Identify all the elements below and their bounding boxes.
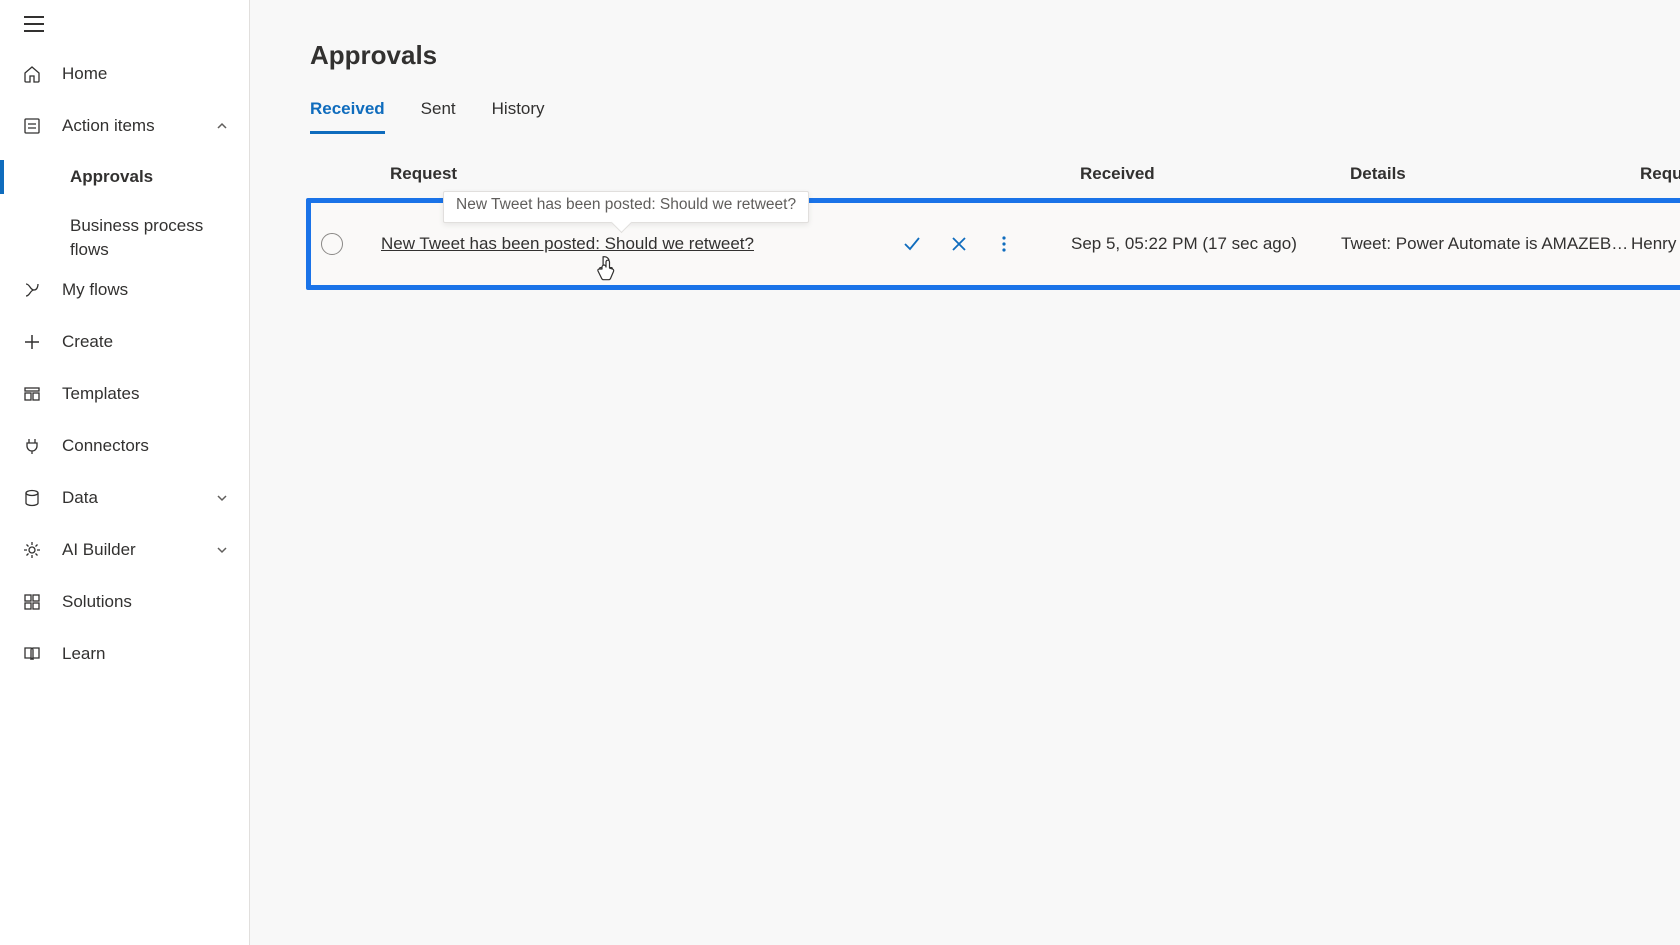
plus-icon [20,332,44,352]
approve-icon[interactable] [901,233,923,255]
learn-icon [20,644,44,664]
nav-ai-builder[interactable]: AI Builder [0,524,249,576]
title-tooltip: New Tweet has been posted: Should we ret… [443,191,809,223]
nav-action-items-label: Action items [62,116,155,136]
templates-icon [20,384,44,404]
requester-cell: Henry Legge [1631,234,1680,254]
nav-create-label: Create [62,332,113,352]
checklist-icon [20,116,44,136]
nav-my-flows[interactable]: My flows [0,264,249,316]
page-title: Approvals [310,40,1680,71]
nav-business-process-flows[interactable]: Business process flows [0,202,249,264]
more-actions-icon[interactable] [995,234,1013,254]
sidebar: Home Action items Approvals Business pro… [0,0,250,945]
reject-icon[interactable] [949,234,969,254]
chevron-down-icon [215,491,229,505]
row-select-radio[interactable] [321,233,343,255]
nav-learn-label: Learn [62,644,105,664]
nav-approvals-label: Approvals [70,167,153,187]
nav-ai-builder-label: AI Builder [62,540,136,560]
nav-solutions[interactable]: Solutions [0,576,249,628]
nav-action-items[interactable]: Action items [0,100,249,152]
col-requester[interactable]: Requester [1640,164,1680,184]
nav-bpf-label: Business process flows [70,214,229,262]
nav-create[interactable]: Create [0,316,249,368]
home-icon [20,64,44,84]
details-cell: Tweet: Power Automate is AMAZEBA… [1341,234,1631,254]
tab-received[interactable]: Received [310,99,385,134]
nav-connectors[interactable]: Connectors [0,420,249,472]
approval-title-link[interactable]: New Tweet has been posted: Should we ret… [381,234,754,253]
nav-templates-label: Templates [62,384,139,404]
solutions-icon [20,592,44,612]
hamburger-menu-button[interactable] [24,16,44,32]
tab-history[interactable]: History [492,99,545,134]
connectors-icon [20,436,44,456]
col-request[interactable]: Request [390,164,950,184]
tab-sent[interactable]: Sent [421,99,456,134]
col-details[interactable]: Details [1350,164,1640,184]
nav-data-label: Data [62,488,98,508]
nav-data[interactable]: Data [0,472,249,524]
approvals-table: Request Received Details Requester New T… [310,164,1680,290]
highlighted-row-box: New Tweet has been posted: Should we ret… [306,198,1680,290]
database-icon [20,488,44,508]
nav-approvals[interactable]: Approvals [0,152,249,202]
received-cell: Sep 5, 05:22 PM (17 sec ago) [1071,234,1341,254]
ai-builder-icon [20,540,44,560]
cursor-pointer-icon [595,255,617,283]
table-row[interactable]: New Tweet has been posted: Should we ret… [311,203,1680,285]
flow-icon [20,280,44,300]
nav-my-flows-label: My flows [62,280,128,300]
chevron-up-icon [215,119,229,133]
nav-solutions-label: Solutions [62,592,132,612]
nav-home-label: Home [62,64,107,84]
nav-learn[interactable]: Learn [0,628,249,680]
nav-templates[interactable]: Templates [0,368,249,420]
chevron-down-icon [215,543,229,557]
col-received[interactable]: Received [1080,164,1350,184]
nav-connectors-label: Connectors [62,436,149,456]
nav-home[interactable]: Home [0,48,249,100]
tabs: Received Sent History [310,99,1680,134]
main-content: Approvals Received Sent History Request … [250,0,1680,945]
